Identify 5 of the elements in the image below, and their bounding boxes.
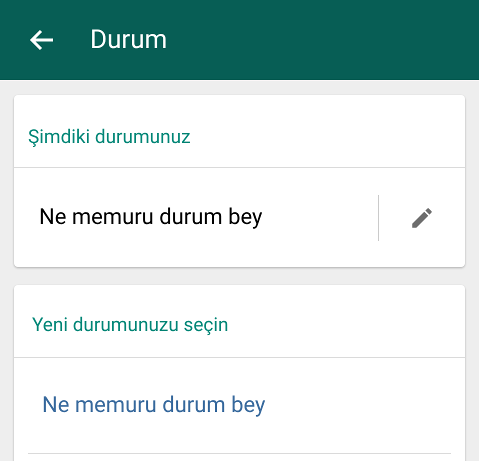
status-option[interactable]: Ne memuru durum bey — [42, 389, 266, 422]
section-heading: Şimdiki durumunuz — [28, 124, 190, 150]
status-text: Ne memuru durum bey — [39, 204, 264, 232]
section-heading: Yeni durumunuzu seçin — [32, 312, 228, 338]
screen-title: Durum — [90, 24, 168, 56]
